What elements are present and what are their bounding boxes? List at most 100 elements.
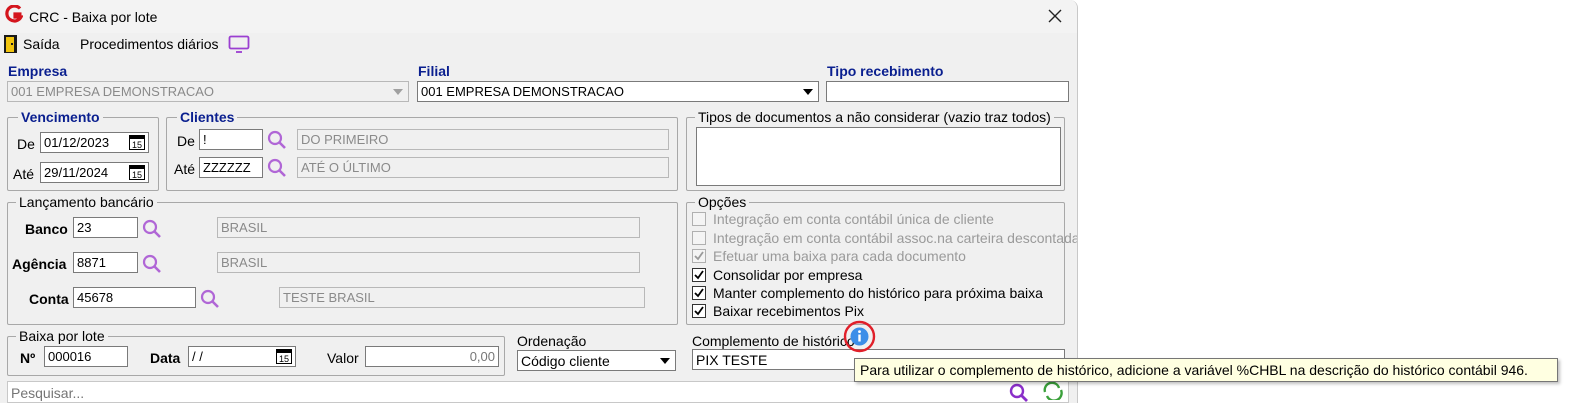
agencia-field[interactable]: 8871 — [73, 252, 138, 273]
conta-value: 45678 — [77, 290, 114, 305]
exit-label: Saída — [23, 36, 60, 52]
clientes-de-label: De — [177, 133, 195, 149]
window-title: CRC - Baixa por lote — [29, 9, 158, 25]
info-icon[interactable] — [843, 320, 876, 353]
chevron-down-icon — [660, 357, 670, 364]
menu-bar: Saída Procedimentos diários — [0, 33, 1077, 59]
tipo-recebimento-label: Tipo recebimento — [827, 63, 944, 79]
exit-menu-item[interactable]: Saída — [3, 33, 60, 55]
agencia-label: Agência — [12, 256, 67, 272]
ordenacao-dropdown-button[interactable] — [656, 352, 674, 369]
option-integracao-unica[interactable]: Integração em conta contábil única de cl… — [692, 211, 994, 227]
valor-value: 0,00 — [469, 349, 495, 364]
filial-dropdown-button[interactable] — [799, 83, 817, 100]
complemento-label: Complemento de histórico — [692, 333, 855, 349]
vencimento-de-value: 01/12/2023 — [44, 135, 110, 150]
filial-value: 001 EMPRESA DEMONSTRACAO — [421, 84, 624, 99]
numero-label: Nº — [20, 350, 36, 366]
vencimento-ate-label: Até — [13, 166, 35, 182]
clientes-title: Clientes — [177, 109, 238, 125]
clientes-ate-description: ATÉ O ÚLTIMO — [297, 157, 669, 178]
procedures-menu-item[interactable]: Procedimentos diários — [80, 33, 250, 55]
option-label: Manter complemento do histórico para pró… — [713, 285, 1043, 301]
option-manter-complemento[interactable]: Manter complemento do histórico para pró… — [692, 285, 1043, 301]
banco-desc: BRASIL — [221, 220, 268, 235]
banco-description: BRASIL — [217, 217, 640, 238]
checkbox[interactable] — [692, 304, 706, 318]
banco-search-icon[interactable] — [142, 219, 162, 239]
data-value: / / — [192, 349, 203, 364]
clientes-ate-field[interactable]: ZZZZZZ — [199, 157, 263, 178]
filial-select[interactable]: 001 EMPRESA DEMONSTRACAO — [417, 81, 819, 102]
data-calendar-button[interactable]: 15 — [274, 348, 293, 365]
calendar-icon: 15 — [128, 135, 145, 150]
option-label: Integração em conta contábil assoc.na ca… — [713, 230, 1078, 246]
clientes-de-field[interactable]: ! — [199, 129, 263, 150]
checkbox[interactable] — [692, 268, 706, 282]
vencimento-ate-value: 29/11/2024 — [44, 165, 109, 180]
clientes-ate-value: ZZZZZZ — [203, 160, 251, 175]
close-icon — [1048, 9, 1062, 23]
option-label: Efetuar uma baixa para cada documento — [713, 248, 966, 264]
conta-field[interactable]: 45678 — [73, 287, 196, 308]
conta-description: TESTE BRASIL — [279, 287, 645, 308]
empresa-select[interactable]: 001 EMPRESA DEMONSTRACAO — [7, 81, 409, 102]
valor-field[interactable]: 0,00 — [365, 346, 499, 367]
checkmark-icon — [694, 306, 704, 316]
chevron-down-icon — [393, 88, 403, 95]
clientes-ate-search-icon[interactable] — [267, 158, 287, 178]
agencia-value: 8871 — [77, 255, 106, 270]
banco-value: 23 — [77, 220, 92, 235]
chevron-down-icon — [803, 88, 813, 95]
tipo-recebimento-field[interactable] — [826, 81, 1069, 102]
refresh-icon[interactable] — [1042, 382, 1064, 400]
ordenacao-label: Ordenação — [517, 333, 587, 349]
search-bar — [7, 381, 1069, 403]
complemento-value: PIX TESTE — [696, 352, 768, 368]
app-window: CRC - Baixa por lote Saída Procedimentos… — [0, 0, 1078, 403]
empresa-dropdown-button[interactable] — [389, 83, 407, 100]
tooltip-text: Para utilizar o complemento de histórico… — [860, 362, 1528, 378]
search-input[interactable] — [11, 385, 991, 401]
svg-text:15: 15 — [278, 354, 288, 364]
title-bar: CRC - Baixa por lote — [0, 0, 1077, 33]
monitor-icon — [228, 35, 249, 53]
option-baixar-pix[interactable]: Baixar recebimentos Pix — [692, 303, 864, 319]
filial-label: Filial — [418, 63, 450, 79]
option-label: Consolidar por empresa — [713, 267, 863, 283]
valor-label: Valor — [327, 350, 359, 366]
ordenacao-select[interactable]: Código cliente — [517, 350, 676, 371]
clientes-de-description: DO PRIMEIRO — [297, 129, 669, 150]
calendar-icon: 15 — [275, 349, 292, 364]
conta-search-icon[interactable] — [200, 289, 220, 309]
tipos-documentos-title: Tipos de documentos a não considerar (va… — [695, 109, 1054, 125]
close-button[interactable] — [1040, 4, 1070, 28]
banco-field[interactable]: 23 — [73, 217, 138, 238]
checkbox[interactable] — [692, 249, 706, 263]
checkbox[interactable] — [692, 231, 706, 245]
tipos-documentos-textarea[interactable] — [696, 127, 1061, 186]
option-integracao-carteira[interactable]: Integração em conta contábil assoc.na ca… — [692, 230, 1078, 246]
agencia-desc: BRASIL — [221, 255, 268, 270]
complemento-tooltip: Para utilizar o complemento de histórico… — [854, 358, 1558, 382]
clientes-ate-desc: ATÉ O ÚLTIMO — [301, 160, 391, 175]
numero-value: 000016 — [48, 349, 92, 364]
svg-text:15: 15 — [131, 170, 141, 180]
checkbox[interactable] — [692, 286, 706, 300]
clientes-de-search-icon[interactable] — [267, 130, 287, 150]
numero-field[interactable]: 000016 — [44, 346, 128, 367]
option-label: Integração em conta contábil única de cl… — [713, 211, 994, 227]
option-label: Baixar recebimentos Pix — [713, 303, 864, 319]
checkmark-icon — [694, 251, 704, 261]
app-logo-icon — [5, 5, 23, 23]
banco-label: Banco — [25, 221, 68, 237]
agencia-search-icon[interactable] — [142, 254, 162, 274]
vencimento-de-calendar-button[interactable]: 15 — [127, 134, 146, 151]
option-baixa-cada-documento[interactable]: Efetuar uma baixa para cada documento — [692, 248, 966, 264]
checkbox[interactable] — [692, 212, 706, 226]
vencimento-ate-calendar-button[interactable]: 15 — [127, 164, 146, 181]
search-icon[interactable] — [1009, 383, 1029, 403]
conta-label: Conta — [29, 291, 69, 307]
exit-door-icon — [4, 35, 17, 53]
option-consolidar-empresa[interactable]: Consolidar por empresa — [692, 267, 862, 283]
